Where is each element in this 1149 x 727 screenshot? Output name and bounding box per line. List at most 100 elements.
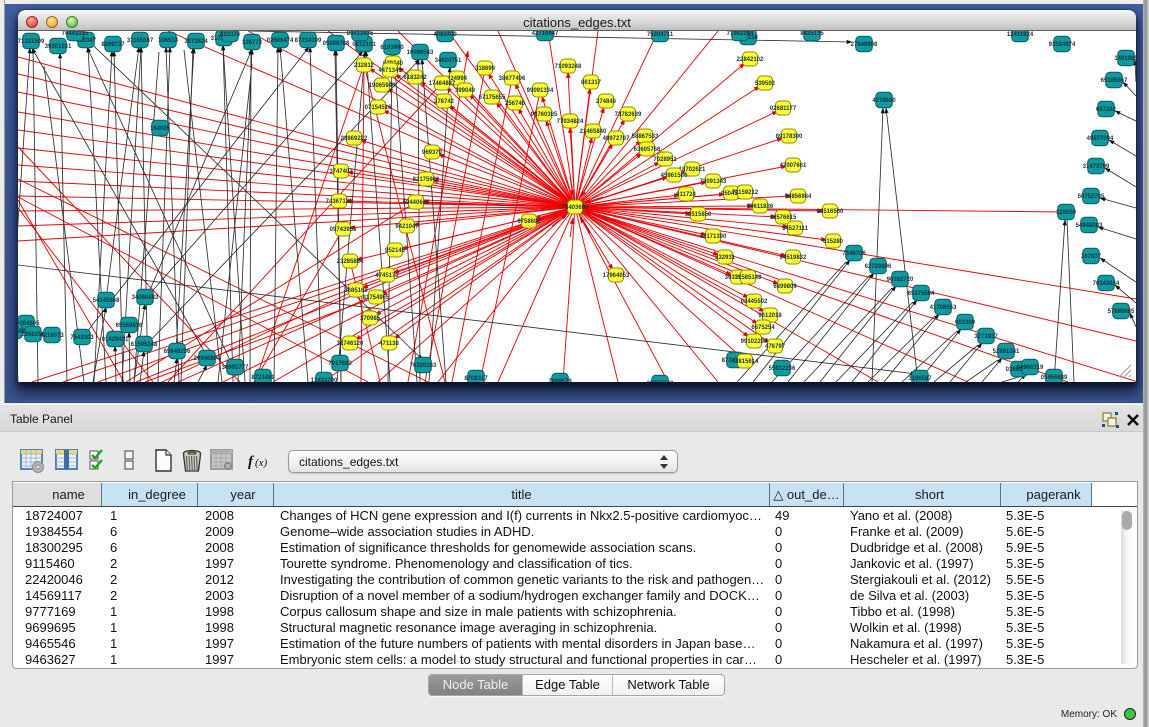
svg-text:128059: 128059 — [1056, 210, 1077, 216]
svg-text:99102290: 99102290 — [741, 339, 768, 345]
svg-text:42710947: 42710947 — [532, 31, 559, 37]
svg-text:106513: 106513 — [158, 38, 179, 44]
svg-text:94519832: 94519832 — [780, 255, 807, 261]
svg-text:55812236: 55812236 — [769, 366, 796, 372]
svg-text:07154516: 07154516 — [365, 105, 392, 111]
svg-text:73782639: 73782639 — [615, 112, 642, 118]
svg-text:31165667: 31165667 — [127, 38, 154, 44]
svg-text:70143634: 70143634 — [1093, 281, 1120, 287]
svg-text:539502: 539502 — [755, 81, 776, 87]
svg-text:78403690: 78403690 — [562, 205, 589, 211]
svg-text:f: f — [248, 454, 255, 470]
svg-text:8425135: 8425135 — [800, 31, 824, 37]
svg-text:7889579: 7889579 — [548, 379, 572, 382]
svg-text:17464887: 17464887 — [429, 81, 456, 87]
svg-text:71159212: 71159212 — [732, 190, 759, 196]
svg-text:99091334: 99091334 — [527, 88, 554, 94]
svg-text:31746120: 31746120 — [337, 341, 364, 347]
svg-text:73515850: 73515850 — [685, 212, 712, 218]
svg-text:4745171: 4745171 — [375, 273, 399, 279]
svg-text:003309: 003309 — [955, 320, 976, 326]
svg-text:88516560: 88516560 — [817, 209, 844, 215]
svg-text:21465840: 21465840 — [580, 129, 607, 135]
svg-text:04966319: 04966319 — [1017, 365, 1044, 371]
svg-text:4471349: 4471349 — [378, 68, 402, 74]
svg-text:6193990: 6193990 — [380, 45, 404, 51]
svg-text:54145868: 54145868 — [93, 298, 120, 304]
svg-text:39301031: 39301031 — [45, 44, 72, 50]
svg-text:74443135: 74443135 — [62, 31, 89, 37]
svg-text:01429401: 01429401 — [102, 337, 129, 343]
svg-text:29946804: 29946804 — [194, 356, 221, 362]
svg-text:19065940: 19065940 — [369, 83, 396, 89]
svg-text:89413435: 89413435 — [347, 31, 374, 37]
svg-text:71331509: 71331509 — [18, 39, 45, 45]
svg-text:278742: 278742 — [434, 99, 455, 105]
svg-text:23285884: 23285884 — [337, 259, 364, 265]
svg-text:6183242: 6183242 — [403, 75, 427, 81]
svg-text:89611836: 89611836 — [747, 204, 774, 210]
svg-text:36576615: 36576615 — [770, 215, 797, 221]
svg-text:3166587: 3166587 — [908, 376, 932, 382]
svg-text:823374: 823374 — [220, 32, 241, 38]
svg-text:3872624: 3872624 — [184, 39, 208, 45]
svg-text:38677496: 38677496 — [499, 76, 526, 82]
svg-text:(x): (x) — [255, 457, 268, 469]
svg-text:969379: 969379 — [422, 150, 443, 156]
svg-text:58867533: 58867533 — [632, 134, 659, 140]
svg-text:232812: 232812 — [354, 63, 375, 69]
svg-text:50752735: 50752735 — [1078, 194, 1105, 200]
svg-text:36995777: 36995777 — [222, 365, 249, 371]
svg-text:611724: 611724 — [676, 192, 696, 198]
svg-text:471138: 471138 — [379, 341, 399, 347]
svg-text:6899809: 6899809 — [773, 284, 797, 290]
svg-text:71902294: 71902294 — [727, 31, 754, 37]
svg-text:16998543: 16998543 — [407, 50, 434, 56]
svg-text:476797: 476797 — [765, 344, 786, 350]
svg-text:861317: 861317 — [581, 80, 602, 86]
svg-text:318699: 318699 — [475, 66, 496, 72]
svg-text:22842102: 22842102 — [737, 57, 764, 63]
svg-text:7917693: 7917693 — [328, 361, 352, 367]
svg-text:71093248: 71093248 — [555, 64, 582, 70]
svg-text:31473799: 31473799 — [1083, 164, 1110, 170]
svg-text:34060883: 34060883 — [132, 295, 159, 301]
svg-text:43815614: 43815614 — [732, 359, 759, 365]
svg-text:05009788: 05009788 — [323, 41, 350, 47]
svg-text:7346706: 7346706 — [842, 251, 866, 257]
svg-text:99856984: 99856984 — [785, 194, 812, 200]
svg-text:1491905: 1491905 — [1114, 56, 1136, 62]
svg-text:256746: 256746 — [505, 101, 526, 107]
svg-text:90162720: 90162720 — [887, 277, 914, 283]
svg-text:9612018: 9612018 — [758, 313, 782, 319]
svg-text:49877694: 49877694 — [1087, 136, 1114, 142]
svg-text:0812191: 0812191 — [352, 42, 376, 48]
svg-text:09743953: 09743953 — [330, 227, 357, 233]
svg-text:6675254: 6675254 — [751, 325, 775, 331]
svg-text:43171390: 43171390 — [700, 234, 727, 240]
svg-text:326773: 326773 — [242, 40, 263, 46]
svg-text:76320163: 76320163 — [410, 363, 437, 369]
svg-text:952145: 952145 — [385, 248, 406, 254]
svg-text:164005: 164005 — [150, 126, 171, 132]
svg-text:63605766: 63605766 — [634, 147, 661, 153]
svg-text:27849808: 27849808 — [851, 42, 878, 48]
svg-text:61595148: 61595148 — [131, 342, 158, 348]
svg-text:65375564: 65375564 — [908, 291, 935, 297]
svg-text:65648236: 65648236 — [164, 349, 191, 355]
svg-text:02445502: 02445502 — [741, 299, 768, 305]
svg-text:45961586: 45961586 — [661, 173, 688, 179]
svg-text:54527111: 54527111 — [782, 226, 809, 232]
svg-text:3271937: 3271937 — [974, 334, 998, 340]
svg-text:65569816: 65569816 — [116, 323, 143, 329]
svg-text:74367136: 74367136 — [326, 199, 353, 205]
svg-text:47007661: 47007661 — [780, 163, 807, 169]
svg-text:02681177: 02681177 — [770, 106, 797, 112]
svg-text:4216073: 4216073 — [40, 333, 64, 339]
svg-text:57885685: 57885685 — [1108, 309, 1135, 315]
svg-text:77034824: 77034824 — [557, 119, 584, 125]
svg-text:9421047: 9421047 — [395, 224, 419, 230]
svg-text:34624751: 34624751 — [435, 58, 462, 64]
svg-text:67175655: 67175655 — [479, 95, 506, 101]
svg-text:68727743: 68727743 — [647, 381, 674, 382]
